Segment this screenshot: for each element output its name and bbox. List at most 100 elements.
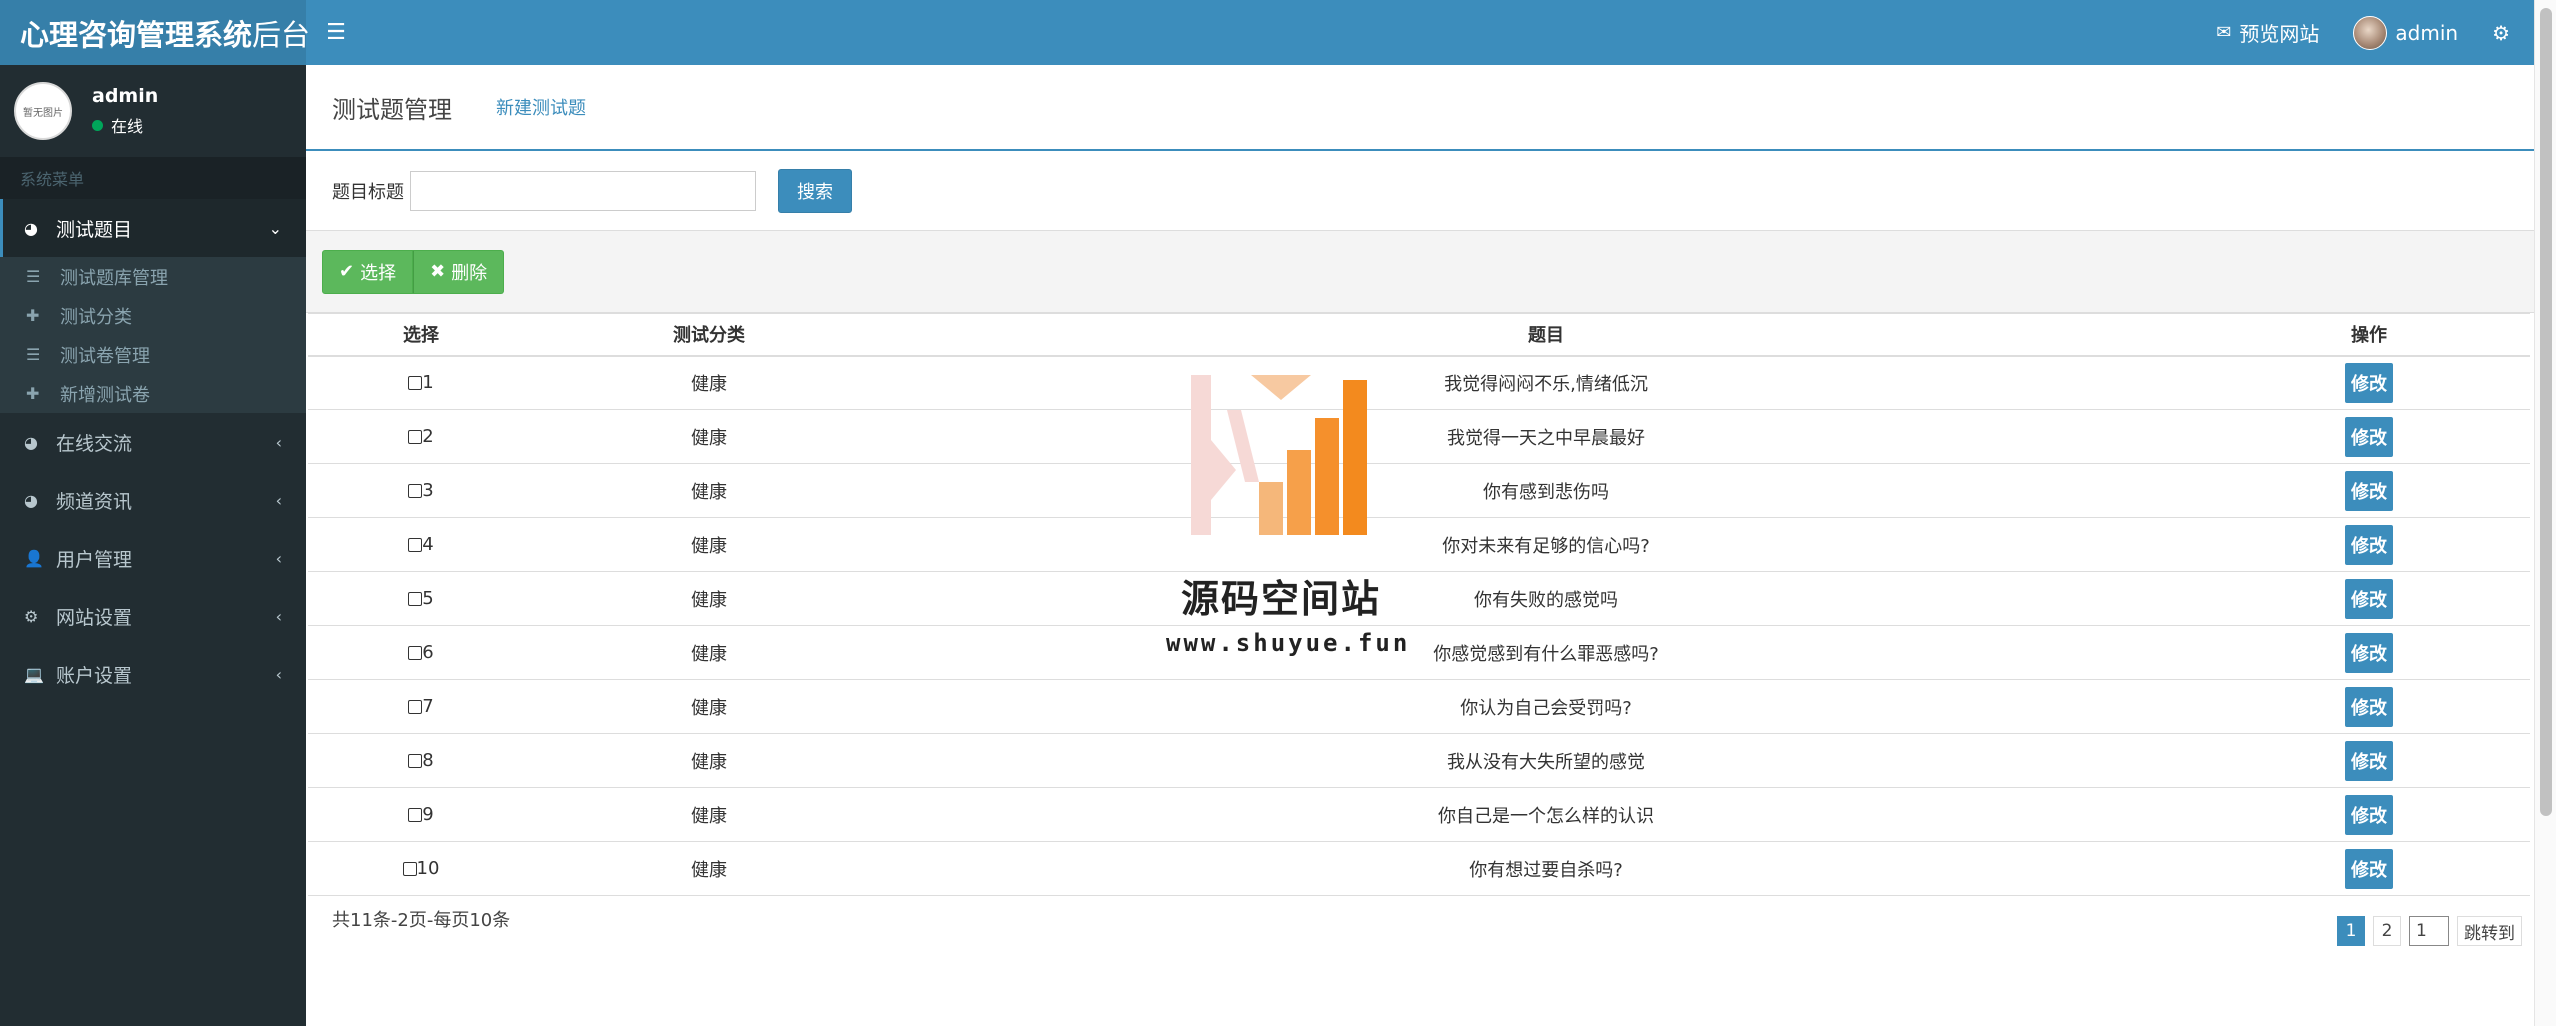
row-select-cell: 5 <box>308 571 534 626</box>
user-icon: 👤 <box>24 548 44 568</box>
pie-chart-icon: ◕ <box>24 490 38 510</box>
column-header-title: 题目 <box>884 313 2208 357</box>
row-actions: 修改 <box>2208 409 2530 464</box>
row-category: 健康 <box>534 463 884 518</box>
page-scrollbar[interactable] <box>2534 0 2556 1026</box>
edit-button[interactable]: 修改 <box>2345 470 2393 511</box>
row-title: 我从没有大失所望的感觉 <box>884 733 2208 788</box>
sidebar-subitem-paper-manage[interactable]: ☰ 测试卷管理 <box>0 335 306 374</box>
edit-button[interactable]: 修改 <box>2345 524 2393 565</box>
row-category: 健康 <box>534 355 884 410</box>
app-title-suffix: 后台 <box>252 17 311 52</box>
sidebar-toggle-button[interactable]: ☰ <box>306 0 366 65</box>
sidebar-subitem-question-bank[interactable]: ☰ 测试题库管理 <box>0 257 306 296</box>
plus-icon: ✚ <box>26 384 40 403</box>
row-title: 你自己是一个怎么样的认识 <box>884 787 2208 842</box>
row-checkbox[interactable] <box>402 862 417 876</box>
avatar <box>2353 15 2388 50</box>
row-category: 健康 <box>534 625 884 680</box>
page-jump-button[interactable]: 跳转到 <box>2457 916 2522 946</box>
row-title: 你有失败的感觉吗 <box>884 571 2208 626</box>
row-checkbox[interactable] <box>408 592 423 606</box>
settings-button[interactable]: ⚙ <box>2492 21 2510 45</box>
gears-icon: ⚙ <box>2492 20 2510 45</box>
sidebar-item-users[interactable]: 👤 用户管理 ‹ <box>0 529 306 587</box>
delete-button-label: 删除 <box>451 262 488 284</box>
page-button-1[interactable]: 1 <box>2337 916 2365 946</box>
table-row: 10 健康 你有想过要自杀吗? 修改 <box>308 841 2530 896</box>
list-icon: ☰ <box>26 267 41 286</box>
user-avatar: 暂无图片 <box>14 82 72 140</box>
row-actions: 修改 <box>2208 463 2530 518</box>
row-category: 健康 <box>534 679 884 734</box>
plus-icon: ✚ <box>26 306 40 325</box>
sidebar-subitem-new-paper[interactable]: ✚ 新增测试卷 <box>0 374 306 413</box>
select-button-label: 选择 <box>360 262 397 284</box>
row-checkbox[interactable] <box>408 538 423 552</box>
row-category: 健康 <box>534 787 884 842</box>
delete-button[interactable]: ✖ 删除 <box>413 249 505 294</box>
table-row: 4 健康 你对未来有足够的信心吗? 修改 <box>308 517 2530 572</box>
user-status-label: 在线 <box>111 117 144 136</box>
column-header-category: 测试分类 <box>534 313 884 357</box>
edit-button[interactable]: 修改 <box>2345 794 2393 835</box>
sidebar-subitem-test-category[interactable]: ✚ 测试分类 <box>0 296 306 335</box>
sidebar-item-label: 在线交流 <box>56 432 133 455</box>
page-jump-input[interactable]: 1 <box>2409 916 2449 946</box>
sidebar-submenu: ☰ 测试题库管理 ✚ 测试分类 ☰ 测试卷管理 ✚ 新增测试卷 <box>0 257 306 413</box>
row-checkbox[interactable] <box>408 430 423 444</box>
table-toolbar: ✔ 选择 ✖ 删除 <box>306 231 2534 313</box>
row-title: 我觉得一天之中早晨最好 <box>884 409 2208 464</box>
search-input[interactable] <box>410 170 756 211</box>
row-checkbox[interactable] <box>408 808 423 822</box>
sidebar-item-tests[interactable]: ◕ 测试题目 ⌄ <box>0 199 306 257</box>
row-checkbox[interactable] <box>408 376 423 391</box>
row-title: 你对未来有足够的信心吗? <box>884 517 2208 572</box>
row-title: 你有想过要自杀吗? <box>884 841 2208 896</box>
main-content: 测试题管理 新建测试题 题目标题 搜索 ✔ 选择 ✖ 删除 选择 测试分类 题目… <box>306 65 2534 1026</box>
page-button-2[interactable]: 2 <box>2373 916 2401 946</box>
row-select-cell: 1 <box>308 355 534 410</box>
app-logo[interactable]: 心理咨询管理系统 后台 <box>0 0 310 65</box>
row-checkbox[interactable] <box>408 484 423 498</box>
table-row: 6 健康 你感觉感到有什么罪恶感吗? 修改 <box>308 625 2530 680</box>
top-navbar: 心理咨询管理系统 后台 ☰ ✉ 预览网站 admin ⚙ <box>0 0 2534 65</box>
preview-site-link[interactable]: ✉ 预览网站 <box>2216 18 2319 47</box>
sidebar-item-channel-news[interactable]: ◕ 频道资讯 ‹ <box>0 471 306 529</box>
row-category: 健康 <box>534 733 884 788</box>
edit-button[interactable]: 修改 <box>2345 740 2393 781</box>
search-button[interactable]: 搜索 <box>778 168 852 213</box>
row-checkbox[interactable] <box>408 754 423 768</box>
sidebar: 暂无图片 admin 在线 系统菜单 ◕ 测试题目 ⌄ ☰ 测试题库管理 ✚ 测… <box>0 65 306 1026</box>
sidebar-subitem-label: 测试题库管理 <box>60 267 168 289</box>
sidebar-item-label: 测试题目 <box>56 218 133 241</box>
sidebar-item-site-settings[interactable]: ⚙ 网站设置 ‹ <box>0 587 306 645</box>
scrollbar-thumb[interactable] <box>2540 8 2552 816</box>
sidebar-item-online-chat[interactable]: ◕ 在线交流 ‹ <box>0 413 306 471</box>
edit-button[interactable]: 修改 <box>2345 686 2393 727</box>
user-menu-name: admin <box>2395 20 2459 45</box>
edit-button[interactable]: 修改 <box>2345 848 2393 889</box>
user-menu[interactable]: admin <box>2353 15 2459 50</box>
edit-button[interactable]: 修改 <box>2345 362 2393 403</box>
sidebar-item-label: 账户设置 <box>56 664 133 687</box>
row-actions: 修改 <box>2208 841 2530 896</box>
pie-chart-icon: ◕ <box>24 432 38 452</box>
new-question-link[interactable]: 新建测试题 <box>496 94 586 120</box>
edit-button[interactable]: 修改 <box>2345 578 2393 619</box>
row-checkbox[interactable] <box>408 700 423 714</box>
row-id: 5 <box>422 588 434 609</box>
sidebar-subitem-label: 测试卷管理 <box>60 345 150 367</box>
column-header-actions: 操作 <box>2208 313 2530 357</box>
pagination: 1 2 1 跳转到 <box>2337 916 2522 946</box>
row-id: 3 <box>422 480 434 501</box>
user-name: admin <box>92 85 159 107</box>
select-all-button[interactable]: ✔ 选择 <box>322 249 414 294</box>
edit-button[interactable]: 修改 <box>2345 416 2393 457</box>
row-actions: 修改 <box>2208 517 2530 572</box>
row-checkbox[interactable] <box>408 646 423 660</box>
table-header-row: 选择 测试分类 题目 操作 <box>308 313 2530 357</box>
row-id: 6 <box>422 642 434 663</box>
edit-button[interactable]: 修改 <box>2345 632 2393 673</box>
sidebar-item-account-settings[interactable]: 💻 账户设置 ‹ <box>0 645 306 703</box>
